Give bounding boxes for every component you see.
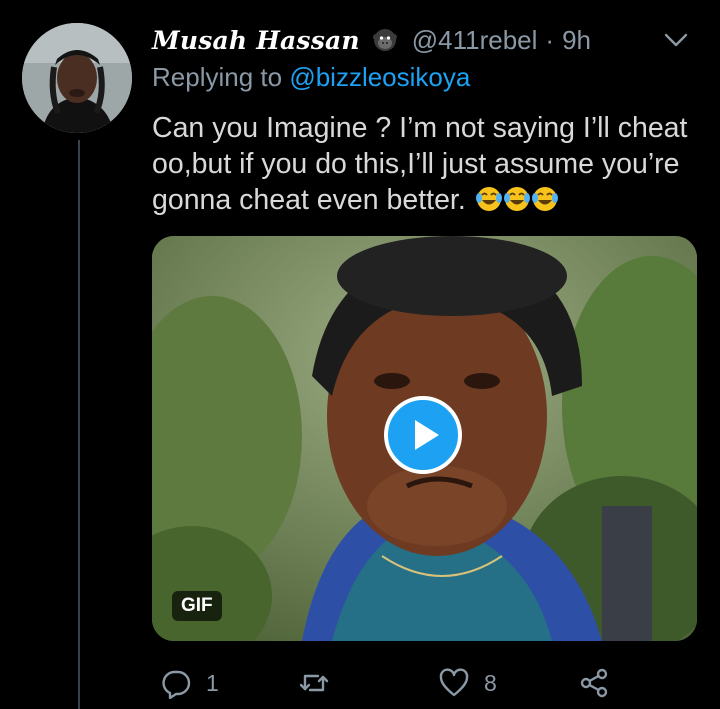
reply-count: 1 bbox=[206, 669, 219, 696]
avatar-image bbox=[22, 23, 132, 133]
action-bar: 1 8 bbox=[152, 663, 622, 703]
share-button[interactable] bbox=[578, 663, 610, 703]
reply-icon bbox=[162, 670, 191, 699]
like-icon bbox=[439, 668, 469, 697]
tweet-text: Can you Imagine ? I’m not saying I’ll ch… bbox=[152, 110, 708, 218]
gif-badge: GIF bbox=[172, 591, 222, 621]
emoji-group bbox=[474, 184, 558, 216]
play-icon[interactable] bbox=[384, 396, 462, 474]
avatar[interactable] bbox=[22, 23, 132, 133]
retweet-icon bbox=[299, 674, 329, 692]
retweet-button[interactable] bbox=[298, 663, 344, 703]
share-icon bbox=[580, 668, 608, 698]
thread-line bbox=[78, 140, 80, 709]
display-name[interactable]: Musah Hassan bbox=[152, 26, 360, 55]
replying-to: Replying to @bizzleosikoya bbox=[152, 62, 470, 93]
chevron-down-icon[interactable] bbox=[662, 28, 690, 52]
separator-dot: · bbox=[545, 24, 555, 55]
replying-to-mention[interactable]: @bizzleosikoya bbox=[289, 62, 470, 92]
timestamp[interactable]: 9h bbox=[562, 25, 591, 56]
tweet-body: Can you Imagine ? I’m not saying I’ll ch… bbox=[152, 112, 688, 216]
replying-prefix: Replying to bbox=[152, 62, 283, 92]
gorilla-emoji-icon bbox=[372, 29, 397, 51]
face-with-tears-of-joy-icon bbox=[531, 187, 558, 211]
like-count: 8 bbox=[484, 669, 497, 696]
user-handle[interactable]: @411rebel bbox=[412, 25, 538, 56]
reply-button[interactable]: 1 bbox=[160, 663, 219, 703]
like-button[interactable]: 8 bbox=[438, 663, 497, 703]
face-with-tears-of-joy-icon bbox=[475, 187, 502, 211]
tweet-header: Musah Hassan @411rebel · 9h bbox=[152, 22, 690, 58]
face-with-tears-of-joy-icon bbox=[503, 187, 530, 211]
gif-media[interactable]: GIF bbox=[152, 236, 697, 641]
